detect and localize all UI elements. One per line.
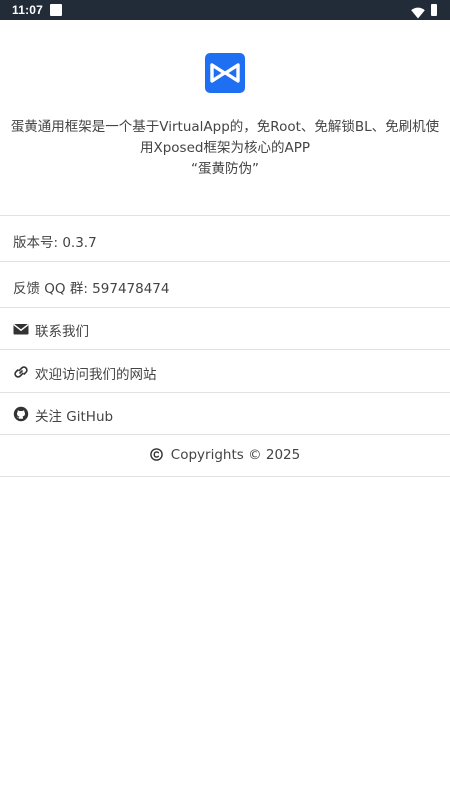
divider xyxy=(0,476,450,477)
copyright-icon xyxy=(149,448,163,465)
contact-us-row[interactable]: 联系我们 xyxy=(0,307,450,349)
status-time: 11:07 xyxy=(12,3,44,17)
version-row: 版本号: 0.3.7 xyxy=(0,215,450,261)
description-line: 用Xposed框架为核心的APP xyxy=(139,140,310,156)
link-icon xyxy=(13,364,29,380)
follow-github-row[interactable]: 关注 GitHub xyxy=(0,392,450,434)
contact-us-label: 联系我们 xyxy=(35,324,89,340)
feedback-qq-row[interactable]: 反馈 QQ 群: 597478474 xyxy=(0,261,450,307)
description-line: “蛋黄防伪” xyxy=(191,161,259,177)
copyright-row: Copyrights © 2025 xyxy=(0,434,450,476)
version-label: 版本号: 0.3.7 xyxy=(13,235,97,251)
envelope-icon xyxy=(13,321,29,337)
app-logo xyxy=(205,53,245,93)
wifi-icon xyxy=(411,4,425,19)
app-description: 蛋黄通用框架是一个基于VirtualApp的，免Root、免解锁BL、免刷机使 … xyxy=(10,117,440,180)
github-icon xyxy=(13,406,29,422)
description-line: 蛋黄通用框架是一个基于VirtualApp的，免Root、免解锁BL、免刷机使 xyxy=(10,119,440,135)
bowtie-logo-icon xyxy=(210,63,240,83)
notification-square-icon xyxy=(50,4,62,16)
feedback-qq-label: 反馈 QQ 群: 597478474 xyxy=(13,281,170,297)
status-bar: 11:07 xyxy=(0,0,450,20)
visit-website-label: 欢迎访问我们的网站 xyxy=(35,367,157,383)
visit-website-row[interactable]: 欢迎访问我们的网站 xyxy=(0,349,450,392)
copyright-line: Copyrights © 2025 xyxy=(0,447,450,465)
copyright-text: Copyrights © 2025 xyxy=(170,447,301,463)
follow-github-label: 关注 GitHub xyxy=(35,409,114,425)
battery-icon xyxy=(431,4,437,16)
